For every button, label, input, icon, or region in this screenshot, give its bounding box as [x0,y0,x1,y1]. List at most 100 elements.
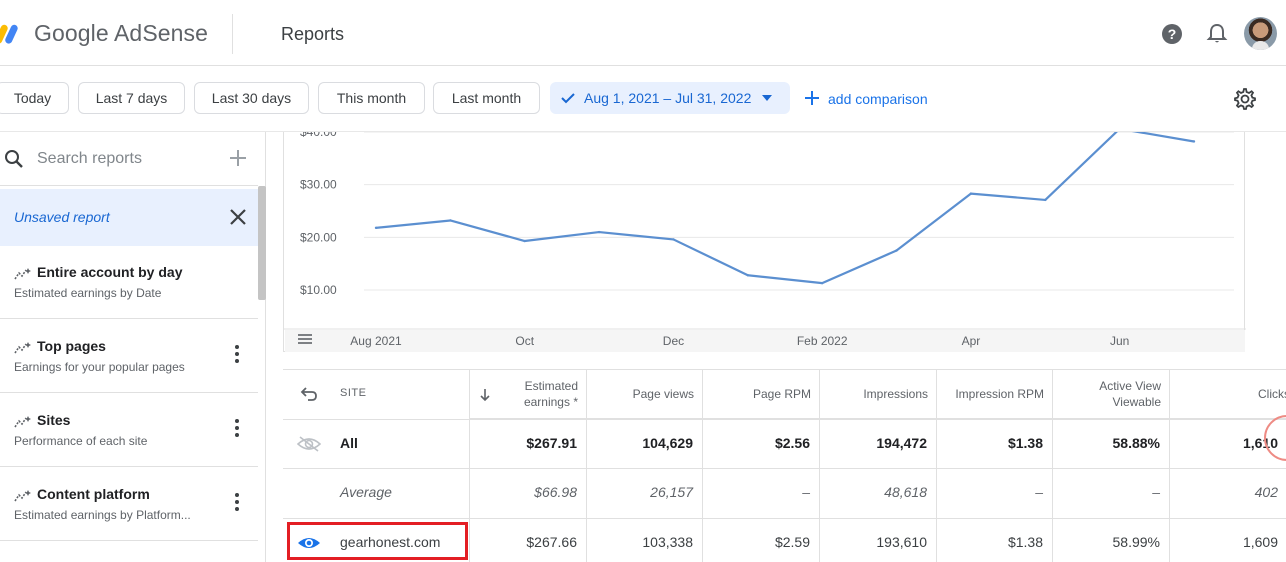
sidebar-item-subtitle: Estimated earnings by Platform... [14,508,191,522]
more-vert-icon[interactable] [234,492,240,512]
table-cell: 104,629 [586,419,702,468]
y-tick-label: $20.00 [300,230,337,244]
column-header-label: Estimated earnings * [523,379,578,409]
column-header-label: Page RPM [752,387,811,401]
more-vert-icon[interactable] [234,344,240,364]
cell-value: 193,610 [876,534,927,550]
search-input[interactable]: Search reports [37,150,142,168]
column-header-label: Page views [632,387,694,401]
x-tick-label: Feb 2022 [797,334,848,348]
date-range-label: Aug 1, 2021 – Jul 31, 2022 [584,90,752,106]
table-cell: – [1052,468,1169,517]
search-icon [5,150,23,168]
data-point [449,219,452,222]
chip-last-7-days[interactable]: Last 7 days [78,82,185,114]
plus-icon [805,91,819,105]
table-cell: 193,610 [819,518,936,562]
sidebar-item-sites[interactable]: Sites Performance of each site [0,394,258,467]
x-axis-band [285,330,1245,352]
cell-value: $2.59 [774,534,810,550]
data-point [374,226,378,230]
chip-last-month[interactable]: Last month [433,82,540,114]
x-tick-label: Aug 2021 [350,334,402,348]
sidebar-scrollbar[interactable] [258,186,266,300]
svg-text:?: ? [1168,26,1177,42]
cell-value: $66.98 [534,484,577,500]
table-cell: 103,338 [586,518,702,562]
cell-value: $267.66 [526,534,577,550]
x-tick-label: Oct [515,334,534,348]
cell-value: 1,609 [1242,534,1278,550]
chip-this-month[interactable]: This month [318,82,425,114]
table-cell: $1.38 [936,419,1052,468]
column-header-estimated-earnings[interactable]: Estimated earnings * [469,370,586,419]
search-reports[interactable]: Search reports [0,132,258,186]
y-tick-label: $40.00 [300,132,337,139]
table-cell: $267.66 [469,518,586,562]
sidebar-item-subtitle: Estimated earnings by Date [14,286,162,300]
sidebar-item-subtitle: Earnings for your popular pages [14,360,185,374]
table-cell: 58.99% [1052,518,1169,562]
sidebar-item-subtitle: Performance of each site [14,434,148,448]
data-point [820,281,824,285]
cell-value: 103,338 [642,534,693,550]
sparkle-icon [14,490,31,502]
gear-icon[interactable] [1233,87,1257,111]
column-header-page-rpm[interactable]: Page RPM [702,370,819,419]
column-header-site[interactable]: SITE [340,387,366,399]
table-cell: – [936,468,1052,517]
table-row-site-cell[interactable]: Average [283,468,469,517]
date-range-picker[interactable]: Aug 1, 2021 – Jul 31, 2022 [550,82,790,114]
table-cell: – [702,468,819,517]
table-cell: 48,618 [819,468,936,517]
chip-last-30-days[interactable]: Last 30 days [194,82,309,114]
column-header-impressions[interactable]: Impressions [819,370,936,419]
undo-icon[interactable] [300,386,318,402]
bell-icon[interactable] [1206,22,1228,46]
data-point [1044,198,1047,202]
cell-value: 402 [1254,484,1278,500]
column-header-page-views[interactable]: Page views [586,370,702,419]
new-report-plus-icon[interactable] [228,148,248,168]
adsense-logo-icon [0,24,18,44]
column-header-impression-rpm[interactable]: Impression RPM [936,370,1052,419]
cell-value: $1.38 [1007,534,1043,550]
column-header-active-view-viewable[interactable]: Active View Viewable [1052,370,1169,419]
help-icon[interactable]: ? [1161,23,1183,45]
cell-value: $2.56 [774,435,810,451]
sidebar-item-title: Content platform [37,486,150,502]
data-point [523,239,526,243]
series-line [375,132,1195,285]
cell-value: 58.88% [1112,435,1160,451]
cell-value: – [1035,484,1043,500]
header-divider [232,14,233,54]
table-cell: $1.38 [936,518,1052,562]
cell-value: 104,629 [642,435,693,451]
column-header-clicks[interactable]: Clicks [1169,370,1286,419]
cell-value: 194,472 [876,435,927,451]
data-point [597,230,601,234]
visibility-off-icon[interactable] [297,436,321,452]
table-row-site-cell[interactable]: All [283,419,469,468]
sparkle-icon [14,416,31,428]
close-icon[interactable] [229,208,247,226]
check-icon [561,93,575,104]
column-header-label: Clicks [1258,387,1286,401]
app-logo-text[interactable]: Google AdSense [34,20,208,47]
date-toolbar: Today Last 7 days Last 30 days This mont… [0,66,1286,132]
site-name: All [340,435,358,451]
cell-value: $1.38 [1007,435,1043,451]
avatar[interactable] [1244,17,1277,50]
sparkle-icon [14,342,31,354]
unsaved-report-item[interactable]: Unsaved report [0,189,258,246]
x-tick-label: Jun [1110,334,1129,348]
column-header-label: Impression RPM [955,387,1044,401]
sidebar-item-top-pages[interactable]: Top pages Earnings for your popular page… [0,320,258,393]
table-cell: 194,472 [819,419,936,468]
sidebar-item-entire-account[interactable]: Entire account by day Estimated earnings… [0,246,258,319]
x-tick-label: Apr [962,334,981,348]
column-header-label: Active View Viewable [1099,379,1161,409]
chip-today[interactable]: Today [0,82,69,114]
more-vert-icon[interactable] [234,418,240,438]
sidebar-item-content-platform[interactable]: Content platform Estimated earnings by P… [0,468,258,541]
